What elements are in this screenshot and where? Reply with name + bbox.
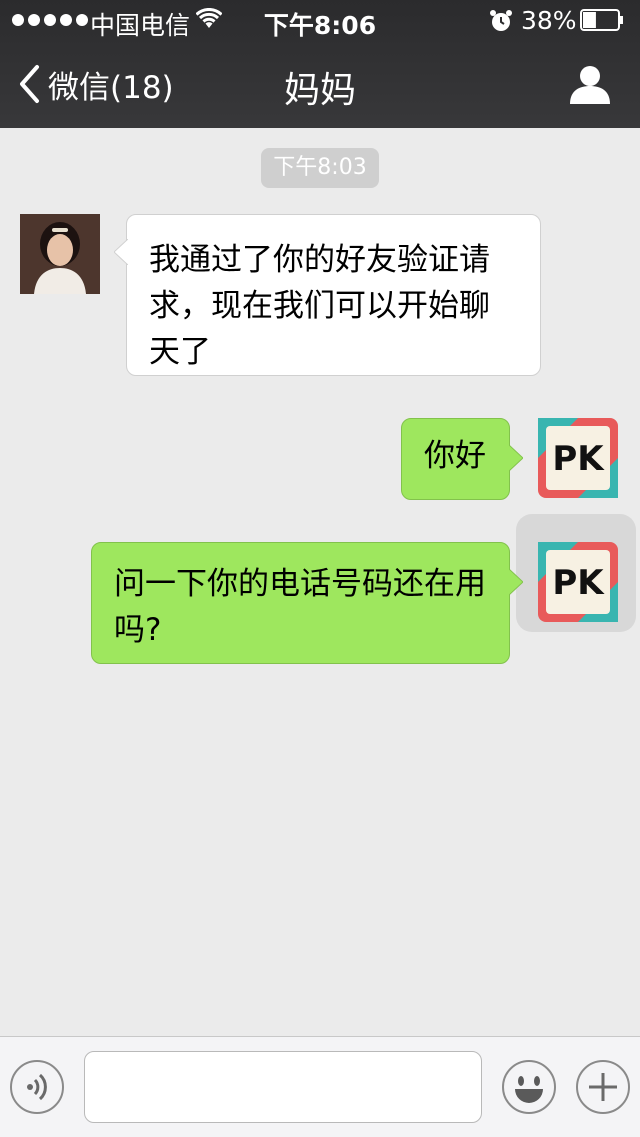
alarm-clock-icon (490, 10, 512, 31)
input-bar (0, 1036, 640, 1137)
bubble-tail (509, 569, 523, 595)
self-avatar[interactable]: PK (538, 542, 618, 622)
message-text: 我通过了你的好友验证请求，现在我们可以开始聊天了 (149, 242, 490, 370)
message-input[interactable] (84, 1051, 482, 1123)
status-bar: 中国电信 下午8:06 38% (0, 0, 640, 40)
smiley-icon[interactable] (501, 1059, 557, 1115)
contact-avatar[interactable] (20, 214, 100, 294)
message-timestamp: 下午8:03 (261, 148, 379, 188)
bubble-tail (114, 239, 128, 265)
person-icon[interactable] (568, 64, 612, 104)
avatar-badge-text: PK (552, 439, 605, 479)
chat-area[interactable]: 下午8:03 我通过了你的好友验证请求，现在我们可以开始聊天了 你好 PK 问一… (0, 128, 640, 1036)
message-text: 你好 (424, 438, 486, 474)
self-avatar[interactable]: PK (538, 418, 618, 498)
plus-icon[interactable] (575, 1059, 631, 1115)
outgoing-message[interactable]: 问一下你的电话号码还在用吗? (91, 542, 523, 664)
incoming-message[interactable]: 我通过了你的好友验证请求，现在我们可以开始聊天了 (114, 214, 541, 376)
outgoing-message[interactable]: 你好 (401, 418, 523, 500)
battery-percent: 38% (521, 6, 577, 35)
header: 中国电信 下午8:06 38% 微信(18) 妈妈 (0, 0, 640, 128)
page-title: 妈妈 (283, 70, 356, 111)
bubble-tail (509, 445, 523, 471)
avatar-badge-text: PK (552, 563, 605, 603)
battery-icon (580, 9, 623, 31)
message-text: 问一下你的电话号码还在用吗? (114, 566, 486, 648)
voice-icon[interactable] (9, 1059, 65, 1115)
